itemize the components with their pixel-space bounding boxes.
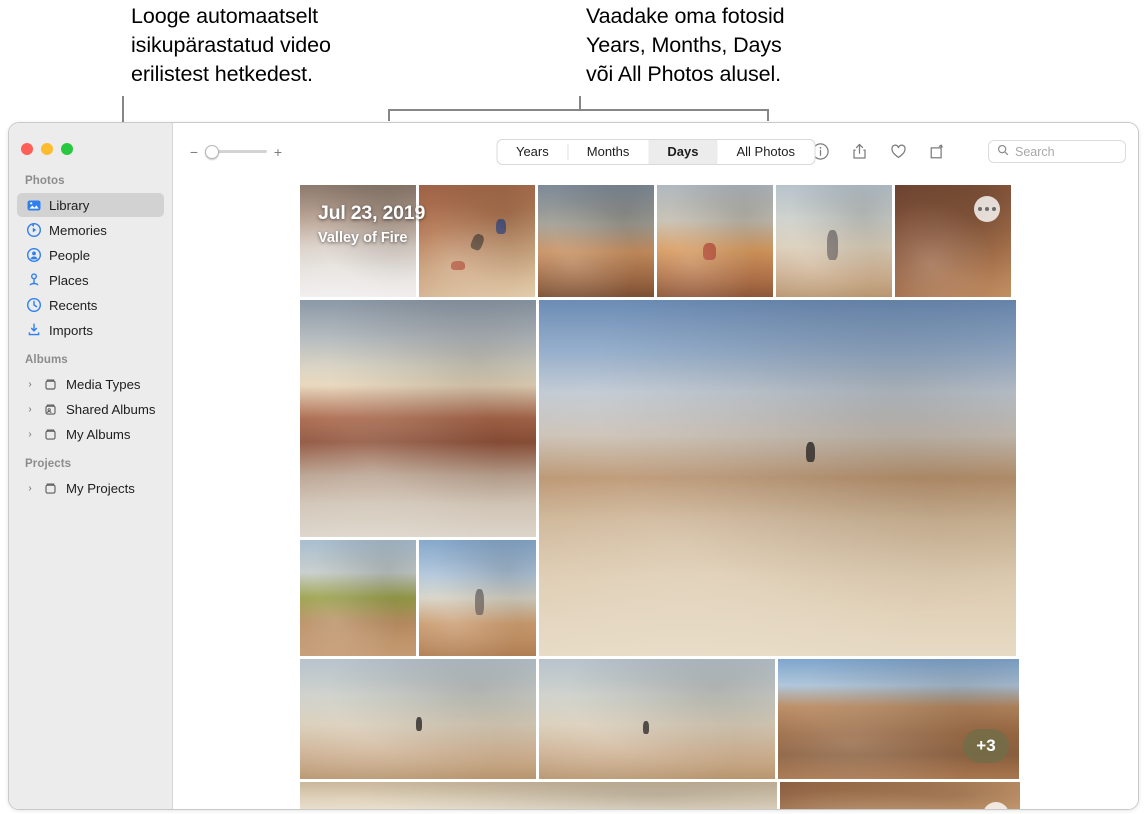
zoom-button[interactable]	[61, 143, 73, 155]
photo-ridge-walker-left[interactable]	[300, 659, 536, 779]
photo-count-badge[interactable]: +3	[963, 729, 1009, 763]
tab-years[interactable]: Years	[497, 139, 568, 165]
chevron-right-icon[interactable]: ›	[25, 483, 35, 494]
sidebar-item-label: Media Types	[66, 377, 141, 392]
callout-right-leader-bracket	[388, 109, 769, 111]
sidebar-item-label: My Projects	[66, 481, 135, 496]
chevron-right-icon[interactable]: ›	[25, 429, 35, 440]
sidebar-section-title-photos: Photos	[9, 175, 172, 192]
tab-all-photos[interactable]: All Photos	[717, 139, 814, 165]
sidebar-section-title-projects: Projects	[9, 458, 172, 475]
photo-ridge-walker-center[interactable]	[539, 659, 775, 779]
day-section-jul-24-2019: Jul 24, 2019	[300, 782, 1138, 809]
rotate-icon[interactable]	[927, 142, 947, 162]
sidebar-item-label: Imports	[49, 323, 93, 338]
more-options-icon[interactable]	[974, 196, 1000, 222]
zoom-out-label[interactable]: −	[189, 144, 199, 160]
callout-right-bracket-right-tick	[767, 109, 769, 121]
people-icon	[25, 247, 42, 264]
toolbar: − + Years Months Days All Photos	[173, 123, 1138, 180]
memories-icon	[25, 222, 42, 239]
sidebar-item-label: Places	[49, 273, 89, 288]
album-icon	[42, 426, 59, 443]
search-field[interactable]: Search	[988, 140, 1126, 163]
sidebar-item-places[interactable]: Places	[17, 268, 164, 292]
tab-days[interactable]: Days	[648, 139, 717, 165]
chevron-right-icon[interactable]: ›	[25, 404, 35, 415]
recents-icon	[25, 297, 42, 314]
photo-climbers-on-rock[interactable]	[419, 185, 535, 297]
sidebar-item-people[interactable]: People	[17, 243, 164, 267]
minimize-button[interactable]	[41, 143, 53, 155]
favorite-heart-icon[interactable]	[888, 142, 908, 162]
photo-grid-scroll[interactable]: Jul 23, 2019 Valley of Fire	[173, 180, 1138, 809]
imports-icon	[25, 322, 42, 339]
shared-album-icon	[42, 401, 59, 418]
photo-row	[300, 185, 1138, 297]
photo-woman-pink-shorts[interactable]	[776, 185, 892, 297]
photo-row	[300, 782, 1138, 809]
photo-woman-white-top[interactable]	[300, 185, 416, 297]
content-area: − + Years Months Days All Photos	[173, 123, 1138, 809]
sidebar-item-memories[interactable]: Memories	[17, 218, 164, 242]
zoom-slider-knob[interactable]	[205, 145, 219, 159]
photo-next-day-wide[interactable]	[300, 782, 777, 809]
sidebar-group-albums: Albums › Media Types ›	[9, 354, 172, 446]
search-icon	[997, 143, 1009, 161]
photo-row-split	[300, 300, 1138, 656]
sidebar-item-label: Shared Albums	[66, 402, 155, 417]
sidebar-item-label: Library	[49, 198, 89, 213]
search-placeholder: Search	[1015, 145, 1055, 159]
photo-woman-sitting-ledge[interactable]	[895, 185, 1011, 297]
album-icon	[42, 376, 59, 393]
callout-left-text: Looge automaatselt isikupärastatud video…	[131, 2, 411, 89]
more-options-icon[interactable]	[983, 802, 1009, 809]
library-icon	[25, 197, 42, 214]
sidebar-item-imports[interactable]: Imports	[17, 318, 164, 342]
sidebar-item-my-projects[interactable]: › My Projects	[17, 476, 164, 500]
photo-woman-green-jacket[interactable]	[300, 540, 416, 656]
sidebar-item-label: Memories	[49, 223, 107, 238]
zoom-slider-group[interactable]: − +	[189, 144, 283, 160]
sidebar-group-photos: Photos Library	[9, 175, 172, 342]
photo-grid: Jul 23, 2019 Valley of Fire	[173, 180, 1138, 809]
toolbar-actions: Search	[810, 140, 1126, 163]
photos-window: Photos Library	[8, 122, 1139, 810]
close-button[interactable]	[21, 143, 33, 155]
sidebar-item-label: Recents	[49, 298, 97, 313]
sidebar: Photos Library	[9, 123, 173, 809]
zoom-slider[interactable]	[205, 150, 267, 153]
zoom-in-label[interactable]: +	[273, 144, 283, 160]
album-icon	[42, 480, 59, 497]
sidebar-item-media-types[interactable]: › Media Types	[17, 372, 164, 396]
sidebar-item-shared-albums[interactable]: › Shared Albums	[17, 397, 164, 421]
chevron-right-icon[interactable]: ›	[25, 379, 35, 390]
photo-hiker-large-rock[interactable]	[539, 300, 1016, 656]
sidebar-item-label: My Albums	[66, 427, 131, 442]
photo-person-seated-rock[interactable]	[657, 185, 773, 297]
sidebar-item-recents[interactable]: Recents	[17, 293, 164, 317]
photo-woman-pink-skirt[interactable]	[419, 540, 536, 656]
places-icon	[25, 272, 42, 289]
day-section-jul-23-2019: Jul 23, 2019 Valley of Fire	[300, 185, 1138, 779]
share-icon[interactable]	[849, 142, 869, 162]
sidebar-group-projects: Projects › My Projects	[9, 458, 172, 500]
tab-months[interactable]: Months	[568, 139, 649, 165]
photo-row: +3	[300, 659, 1138, 779]
sidebar-item-label: People	[49, 248, 90, 263]
photo-woman-orange-top[interactable]	[538, 185, 654, 297]
sidebar-item-library[interactable]: Library	[17, 193, 164, 217]
callout-right-text: Vaadake oma fotosid Years, Months, Days …	[586, 2, 886, 89]
window-controls	[21, 143, 73, 155]
photo-next-day-canyon[interactable]	[780, 782, 1020, 809]
view-mode-segmented-control[interactable]: Years Months Days All Photos	[496, 139, 815, 165]
sidebar-section-title-albums: Albums	[9, 354, 172, 371]
sidebar-item-my-albums[interactable]: › My Albums	[17, 422, 164, 446]
photo-sunset-valley[interactable]	[300, 300, 536, 537]
callout-right-bracket-left-tick	[388, 109, 390, 121]
photo-valley-road[interactable]: +3	[778, 659, 1019, 779]
